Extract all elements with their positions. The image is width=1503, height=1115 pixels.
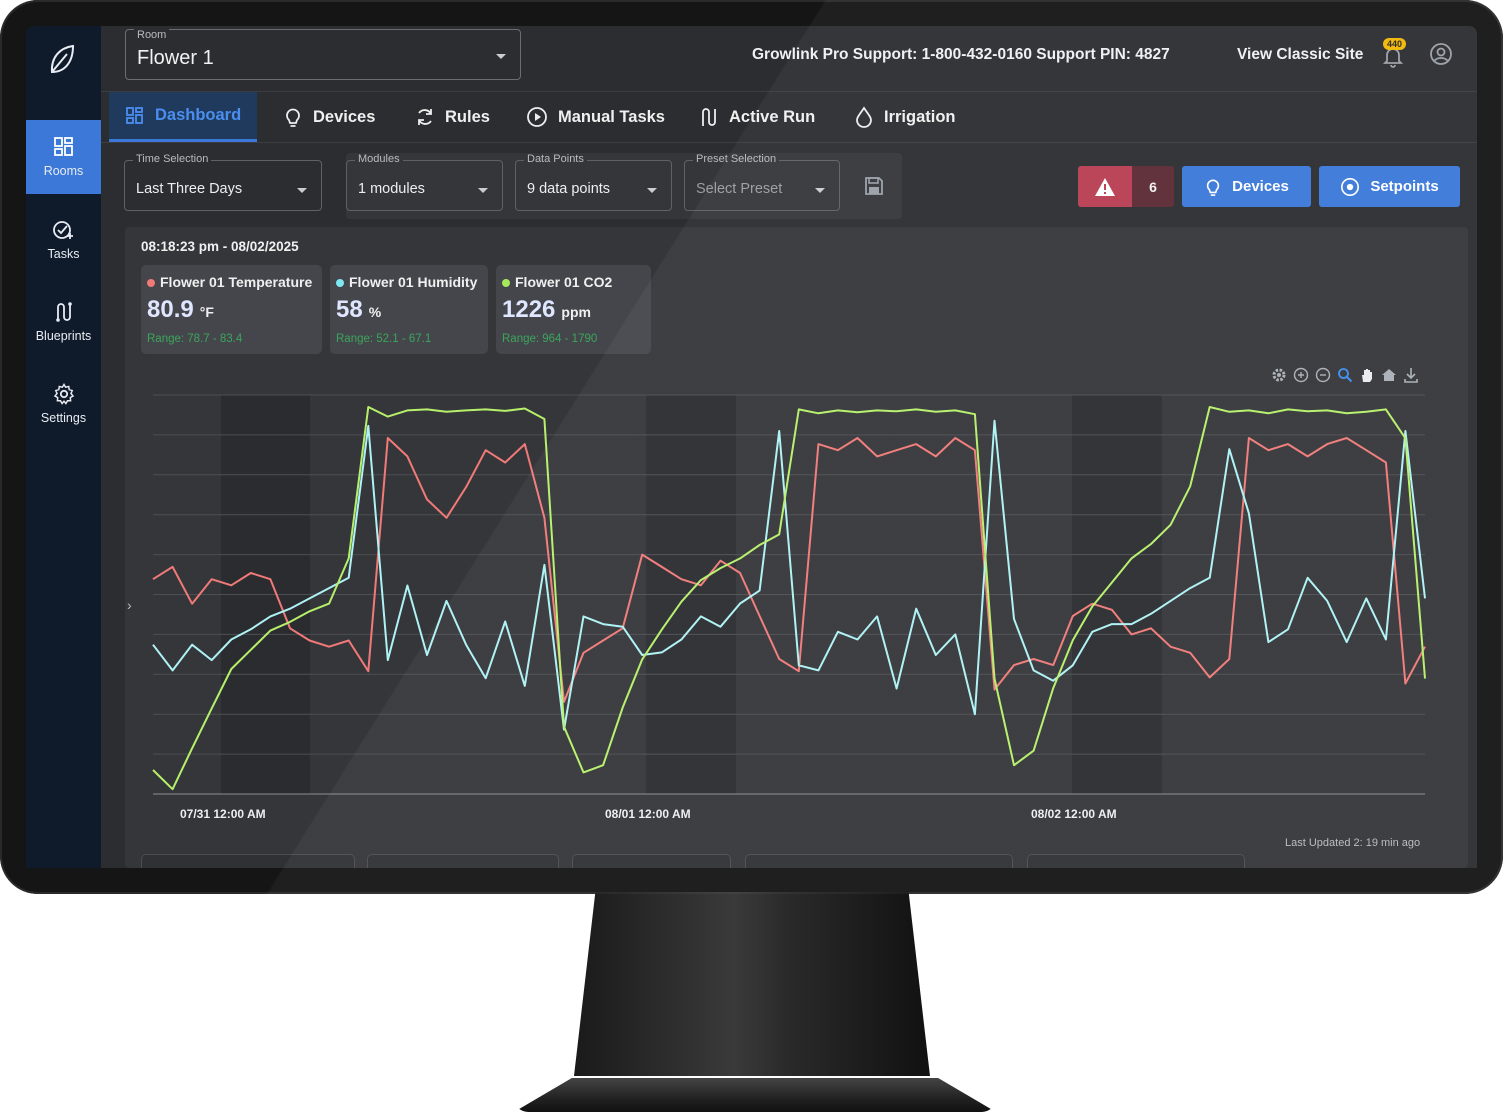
tab-label: Irrigation	[884, 107, 956, 126]
chevron-down-icon	[496, 54, 506, 59]
sidebar-item-label: Rooms	[43, 164, 84, 178]
rooms-grid-icon	[53, 137, 73, 156]
water-drop-icon	[856, 106, 872, 128]
last-updated-text: Last Updated 2: 19 min ago	[1285, 837, 1421, 849]
alerts-count: 6	[1132, 166, 1174, 207]
notification-badge: 440	[1383, 38, 1407, 50]
chevron-down-icon	[647, 188, 657, 193]
tab-dashboard[interactable]: Dashboard	[109, 92, 258, 142]
room-select-label: Room	[134, 29, 170, 41]
alerts-button[interactable]: 6	[1078, 166, 1174, 207]
tab-label: Rules	[445, 107, 490, 126]
target-icon	[1341, 177, 1360, 196]
preset-selection-placeholder: Select Preset	[696, 181, 783, 197]
main-tabs: Dashboard Devices Rules Manual Tasks Act…	[101, 92, 1477, 143]
app-screen: Rooms Tasks Blueprints Settings Room Flo…	[26, 26, 1477, 868]
time-selection-label: Time Selection	[133, 153, 212, 165]
growlink-logo-icon[interactable]	[43, 40, 83, 80]
monitor-stand	[574, 892, 930, 1076]
view-classic-site-link[interactable]: View Classic Site	[1237, 46, 1363, 64]
chevron-down-icon	[478, 188, 488, 193]
save-icon[interactable]	[864, 176, 884, 196]
preset-selection-dropdown[interactable]: Preset Selection Select Preset	[684, 153, 840, 211]
sidebar-item-label: Settings	[40, 411, 87, 425]
setpoints-button-label: Setpoints	[1370, 178, 1439, 195]
sensor-line-chart[interactable]	[125, 227, 1468, 827]
modules-dropdown[interactable]: Modules 1 modules	[346, 153, 503, 211]
tasks-check-icon	[52, 221, 73, 239]
tab-label: Active Run	[729, 107, 816, 126]
data-points-label: Data Points	[524, 153, 587, 165]
tab-rules[interactable]: Rules	[415, 92, 490, 142]
data-points-value: 9 data points	[527, 181, 611, 197]
bottom-panel-tab[interactable]	[141, 854, 355, 868]
sidebar-item-settings[interactable]: Settings	[26, 367, 101, 441]
bottom-panel-tab[interactable]	[1027, 854, 1245, 868]
tab-devices[interactable]: Devices	[283, 92, 375, 142]
tab-label: Devices	[313, 107, 376, 126]
modules-value: 1 modules	[358, 181, 425, 197]
x-tick-label: 08/01 12:00 AM	[605, 807, 691, 821]
room-select[interactable]: Room Flower 1	[125, 29, 521, 80]
tab-label: Manual Tasks	[558, 107, 665, 126]
sidebar-item-tasks[interactable]: Tasks	[26, 203, 101, 277]
user-account-icon[interactable]	[1429, 42, 1453, 66]
sidebar-item-label: Blueprints	[35, 329, 92, 343]
time-selection-value: Last Three Days	[136, 181, 243, 197]
bottom-panel-tab[interactable]	[745, 854, 1013, 868]
monitor-base	[514, 1078, 996, 1112]
sidebar-item-rooms[interactable]: Rooms	[26, 120, 101, 194]
tab-manual-tasks[interactable]: Manual Tasks	[526, 92, 665, 142]
support-info: Growlink Pro Support: 1-800-432-0160 Sup…	[752, 46, 1170, 63]
tab-label: Dashboard	[155, 106, 242, 124]
x-tick-label: 07/31 12:00 AM	[180, 807, 266, 821]
chart-card: 08:18:23 pm - 08/02/2025 Flower 01 Tempe…	[125, 227, 1468, 868]
refresh-icon	[418, 109, 432, 125]
bottom-panel-tab[interactable]	[367, 854, 559, 868]
gear-icon	[53, 383, 74, 405]
time-selection-dropdown[interactable]: Time Selection Last Three Days	[124, 153, 322, 211]
data-points-dropdown[interactable]: Data Points 9 data points	[515, 153, 672, 211]
warning-icon	[1095, 177, 1115, 196]
devices-button[interactable]: Devices	[1182, 166, 1311, 207]
devices-button-label: Devices	[1232, 178, 1289, 195]
dashboard-icon	[126, 106, 143, 124]
top-bar: Room Flower 1 Growlink Pro Support: 1-80…	[101, 26, 1477, 92]
sidebar-item-blueprints[interactable]: Blueprints	[26, 285, 101, 359]
setpoints-button[interactable]: Setpoints	[1319, 166, 1460, 207]
x-tick-label: 08/02 12:00 AM	[1031, 807, 1117, 821]
chevron-down-icon	[815, 188, 825, 193]
tab-active-run[interactable]: Active Run	[699, 92, 815, 142]
preset-selection-label: Preset Selection	[693, 153, 780, 165]
bulb-icon	[1206, 178, 1220, 196]
bottom-panel-tab[interactable]	[572, 854, 731, 868]
run-icon	[702, 108, 716, 126]
blueprints-icon	[55, 302, 72, 322]
sidebar-item-label: Tasks	[47, 247, 80, 261]
bulb-icon	[286, 108, 300, 127]
room-select-value: Flower 1	[137, 47, 214, 69]
tab-irrigation[interactable]: Irrigation	[854, 92, 956, 142]
modules-label: Modules	[355, 153, 403, 165]
chevron-down-icon	[297, 188, 307, 193]
play-circle-icon	[527, 107, 547, 127]
sidebar: Rooms Tasks Blueprints Settings	[26, 26, 101, 868]
